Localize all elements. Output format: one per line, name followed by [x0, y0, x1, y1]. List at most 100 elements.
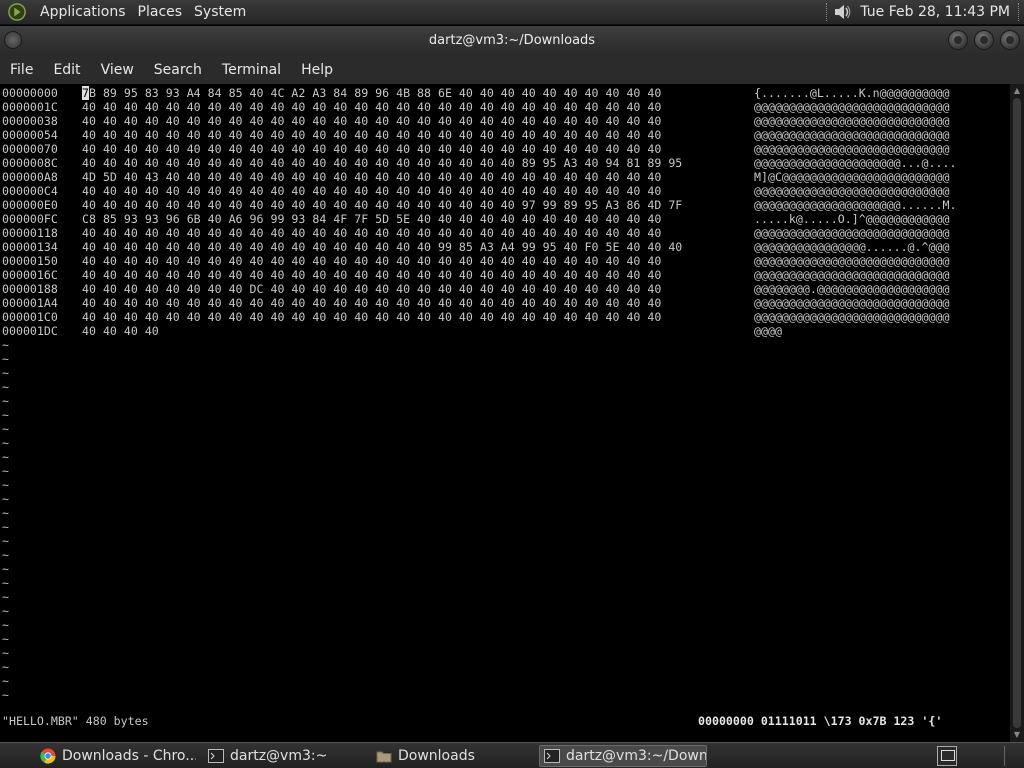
row-address: 000000C4 [2, 184, 58, 198]
bottom-taskbar: Downloads - Chro... dartz@vm3:~ Download… [0, 742, 1024, 768]
empty-line-tilde: ~ [2, 674, 9, 688]
status-file-info: "HELLO.MBR" 480 bytes [2, 714, 149, 728]
empty-line-tilde: ~ [2, 520, 9, 534]
empty-line-tilde: ~ [2, 506, 9, 520]
empty-line-tilde: ~ [2, 338, 9, 352]
menu-edit[interactable]: Edit [46, 62, 87, 78]
row-ascii: @@@@@@@@@@@@@@@@@@@@@@@@@@@@ [754, 296, 950, 310]
empty-line-tilde: ~ [2, 380, 9, 394]
empty-line-tilde: ~ [2, 660, 9, 674]
row-ascii: {.......@L.....K.n@@@@@@@@@@ [754, 86, 950, 100]
distro-logo-icon[interactable] [8, 3, 26, 21]
row-address: 0000016C [2, 268, 58, 282]
row-address: 00000054 [2, 128, 58, 142]
task-terminal-downloads[interactable]: dartz@vm3:~/Down... [539, 745, 707, 767]
scroll-down-icon[interactable]: ▼ [1012, 730, 1022, 740]
empty-line-tilde: ~ [2, 450, 9, 464]
panel-separator [826, 3, 828, 21]
row-ascii: @@@@@@@@@@@@@@@@@@@@@@@@@@@@ [754, 100, 950, 114]
empty-line-tilde: ~ [2, 422, 9, 436]
row-ascii: .....k@.....O.]^@@@@@@@@@@@@ [754, 212, 950, 226]
row-address: 00000070 [2, 142, 58, 156]
menu-help[interactable]: Help [294, 62, 340, 78]
scrollbar-thumb[interactable] [1013, 98, 1021, 728]
row-ascii: @@@@@@@@@@@@@@@@@@@@@@@@@@@@ [754, 114, 950, 128]
row-hex-bytes: 40 40 40 40 40 40 40 40 40 40 40 40 40 4… [82, 156, 683, 170]
top-panel: Applications Places System Tue Feb 28, 1… [0, 0, 1024, 25]
chrome-icon [40, 748, 56, 764]
menu-terminal[interactable]: Terminal [215, 62, 288, 78]
empty-line-tilde: ~ [2, 534, 9, 548]
empty-line-tilde: ~ [2, 646, 9, 660]
scroll-up-icon[interactable]: ▲ [1012, 86, 1022, 96]
window-menu-icon[interactable] [4, 31, 22, 49]
empty-line-tilde: ~ [2, 618, 9, 632]
menu-view[interactable]: View [94, 62, 141, 78]
row-address: 000000A8 [2, 170, 58, 184]
empty-line-tilde: ~ [2, 548, 9, 562]
empty-line-tilde: ~ [2, 352, 9, 366]
row-hex-bytes: 40 40 40 40 40 40 40 40 40 40 40 40 40 4… [82, 114, 662, 128]
row-ascii: @@@@@@@@@@@@@@@@@@@@@@@@@@@@ [754, 310, 950, 324]
row-ascii: @@@@@@@@@@@@@@@@@@@@@......M. [754, 198, 957, 212]
task-chrome-downloads[interactable]: Downloads - Chro... [36, 745, 196, 767]
row-address: 00000150 [2, 254, 58, 268]
row-ascii: @@@@@@@@@@@@@@@@@@@@@@@@@@@@ [754, 128, 950, 142]
status-cursor-info: 00000000 01111011 \173 0x7B 123 '{' [698, 714, 943, 728]
empty-line-tilde: ~ [2, 590, 9, 604]
panel-separator [1018, 3, 1020, 21]
empty-line-tilde: ~ [2, 464, 9, 478]
system-menu[interactable]: System [188, 0, 252, 25]
row-address: 0000001C [2, 100, 58, 114]
menu-search[interactable]: Search [147, 62, 209, 78]
row-hex-bytes: 40 40 40 40 40 40 40 40 40 40 40 40 40 4… [82, 240, 683, 254]
applications-menu[interactable]: Applications [34, 0, 132, 25]
empty-line-tilde: ~ [2, 478, 9, 492]
row-address: 00000000 [2, 86, 58, 100]
close-icon[interactable] [1000, 30, 1020, 50]
row-hex-bytes: 7B 89 95 83 93 A4 84 85 40 4C A2 A3 84 8… [82, 86, 661, 100]
row-hex-bytes: 4D 5D 40 43 40 40 40 40 40 40 40 40 40 4… [82, 170, 662, 184]
row-address: 000000E0 [2, 198, 58, 212]
menubar: File Edit View Search Terminal Help [0, 55, 1024, 84]
row-ascii: @@@@@@@@@@@@@@@@@@@@@@@@@@@@ [754, 254, 950, 268]
speaker-icon[interactable] [832, 2, 852, 22]
show-desktop-icon[interactable] [937, 746, 957, 766]
empty-line-tilde: ~ [2, 408, 9, 422]
menu-file[interactable]: File [3, 62, 40, 78]
minimize-icon[interactable] [948, 30, 968, 50]
row-ascii: @@@@@@@@@@@@@@@@......@.^@@@ [754, 240, 950, 254]
empty-line-tilde: ~ [2, 436, 9, 450]
row-address: 00000038 [2, 114, 58, 128]
text-cursor: 7 [82, 86, 89, 100]
places-menu[interactable]: Places [132, 0, 189, 25]
row-address: 000000FC [2, 212, 58, 226]
row-ascii: @@@@@@@@@@@@@@@@@@@@@...@.... [754, 156, 957, 170]
row-hex-bytes: 40 40 40 40 40 40 40 40 40 40 40 40 40 4… [82, 226, 662, 240]
row-ascii: @@@@@@@@@@@@@@@@@@@@@@@@@@@@ [754, 184, 950, 198]
row-hex-bytes: 40 40 40 40 [82, 324, 159, 338]
row-hex-bytes: 40 40 40 40 40 40 40 40 40 40 40 40 40 4… [82, 254, 662, 268]
row-hex-rest: B 89 95 83 93 A4 84 85 40 4C A2 A3 84 89… [88, 86, 662, 100]
empty-line-tilde: ~ [2, 562, 9, 576]
row-address: 00000188 [2, 282, 58, 296]
terminal-icon [544, 749, 560, 763]
row-ascii: @@@@ [754, 324, 782, 338]
empty-line-tilde: ~ [2, 688, 9, 702]
window-title: dartz@vm3:~/Downloads [428, 33, 596, 48]
task-terminal-home[interactable]: dartz@vm3:~ [204, 745, 364, 767]
terminal-scrollbar[interactable]: ▲ ▼ [1010, 84, 1024, 742]
maximize-icon[interactable] [974, 30, 994, 50]
clock[interactable]: Tue Feb 28, 11:43 PM [860, 4, 1010, 20]
row-address: 000001DC [2, 324, 58, 338]
window-titlebar[interactable]: dartz@vm3:~/Downloads [0, 26, 1024, 55]
terminal-area[interactable]: 00000000 7B 89 95 83 93 A4 84 85 40 4C A2… [0, 84, 1010, 742]
row-hex-bytes: 40 40 40 40 40 40 40 40 40 40 40 40 40 4… [82, 100, 662, 114]
row-address: 00000134 [2, 240, 58, 254]
row-ascii: @@@@@@@@.@@@@@@@@@@@@@@@@@@@ [754, 282, 950, 296]
task-downloads-folder[interactable]: Downloads [372, 745, 532, 767]
workspace-switcher[interactable] [1004, 746, 1020, 766]
row-hex-bytes: 40 40 40 40 40 40 40 40 40 40 40 40 40 4… [82, 142, 662, 156]
row-address: 00000118 [2, 226, 58, 240]
folder-icon [376, 751, 392, 763]
